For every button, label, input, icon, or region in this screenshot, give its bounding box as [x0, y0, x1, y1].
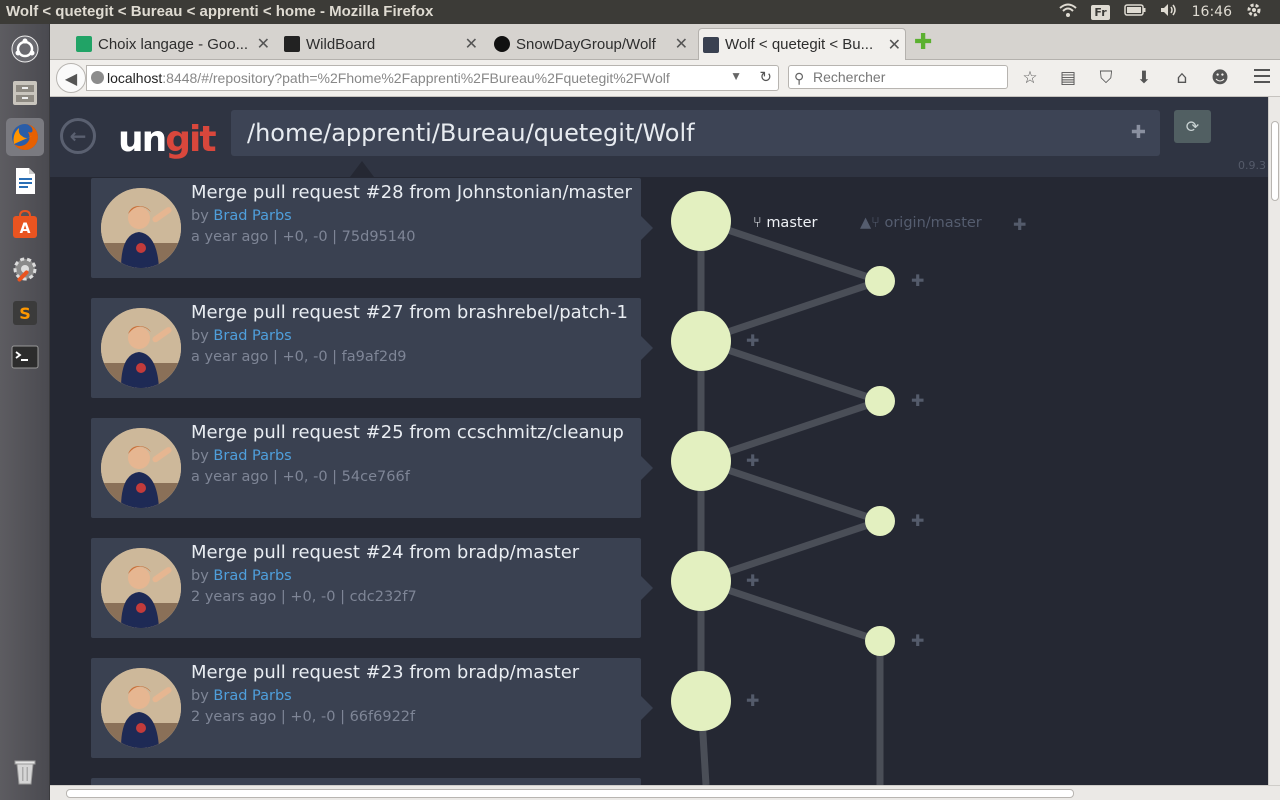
commit-node[interactable]: [671, 311, 731, 371]
url-host: localhost: [107, 70, 163, 86]
launcher-sublime-text[interactable]: S: [6, 294, 44, 332]
ungit-app: ← ungit /home/apprenti/Bureau/quetegit/W…: [50, 97, 1268, 785]
home-icon[interactable]: ⌂: [1172, 68, 1192, 88]
add-branch-plus-icon[interactable]: ✚: [746, 331, 759, 350]
tab-wolf-ungit[interactable]: Wolf < quetegit < Bu... ✕: [698, 28, 906, 60]
add-branch-plus-icon[interactable]: ✚: [1013, 215, 1026, 234]
commit-node-small[interactable]: [865, 506, 895, 536]
sheets-favicon-icon: [76, 36, 92, 52]
software-center-icon: A: [13, 210, 37, 238]
close-icon[interactable]: ✕: [465, 34, 478, 54]
add-branch-plus-icon[interactable]: ✚: [746, 571, 759, 590]
hello-chat-icon[interactable]: ☻: [1210, 68, 1230, 88]
battery-icon[interactable]: [1123, 4, 1146, 20]
url-dropdown-icon[interactable]: ▼: [730, 69, 742, 83]
launcher-trash[interactable]: [6, 752, 44, 790]
commit-node[interactable]: [671, 191, 731, 251]
search-placeholder: Rechercher: [813, 69, 886, 85]
url-path: :8448/#/repository?path=%2Fhome%2Fappren…: [162, 70, 670, 86]
writer-document-icon: [16, 168, 35, 194]
url-bar[interactable]: localhost:8448/#/repository?path=%2Fhome…: [86, 65, 779, 91]
firefox-icon: [12, 124, 38, 150]
launcher-dash[interactable]: [6, 30, 44, 68]
search-icon: ⚲: [794, 70, 805, 86]
launcher-files[interactable]: [6, 74, 44, 112]
launcher-firefox[interactable]: [6, 118, 44, 156]
browser-tab-bar: Choix langage - Goo... ✕ WildBoard ✕ Sno…: [50, 24, 1280, 60]
browser-nav-bar: ◀ localhost:8448/#/repository?path=%2Fho…: [50, 60, 1280, 97]
tab-label: Choix langage - Goo...: [98, 35, 249, 53]
system-tray: Fr 16:46: [1059, 0, 1280, 24]
commit-node[interactable]: [671, 431, 731, 491]
warning-icon: ▲: [860, 215, 872, 231]
commit-node-small[interactable]: [865, 626, 895, 656]
branch-icon: ⑂: [871, 215, 880, 231]
trash-icon: [14, 760, 36, 785]
download-icon[interactable]: ⬇: [1134, 68, 1154, 88]
add-branch-plus-icon[interactable]: ✚: [911, 391, 924, 410]
keyboard-layout-badge[interactable]: Fr: [1091, 4, 1110, 20]
github-favicon-icon: [494, 36, 510, 52]
sublime-text-icon: S: [13, 301, 37, 325]
commit-node[interactable]: [671, 551, 731, 611]
scrollbar-thumb[interactable]: [1271, 121, 1279, 201]
launcher-terminal[interactable]: [6, 338, 44, 376]
add-branch-plus-icon[interactable]: ✚: [911, 511, 924, 530]
branch-ref-master[interactable]: ⑂ master: [753, 215, 817, 231]
close-icon[interactable]: ✕: [675, 34, 688, 54]
pocket-icon[interactable]: ⛉: [1096, 68, 1116, 88]
wildboard-favicon-icon: [284, 36, 300, 52]
add-branch-plus-icon[interactable]: ✚: [911, 631, 924, 650]
tab-label: SnowDayGroup/Wolf: [516, 35, 656, 53]
site-info-icon[interactable]: [91, 71, 104, 84]
add-branch-plus-icon[interactable]: ✚: [746, 691, 759, 710]
system-top-panel: Wolf < quetegit < Bureau < apprenti < ho…: [0, 0, 1280, 24]
terminal-icon: [11, 345, 39, 369]
ungit-favicon-icon: [703, 37, 719, 53]
close-icon[interactable]: ✕: [257, 34, 270, 54]
volume-icon[interactable]: [1160, 3, 1178, 21]
tab-wildboard[interactable]: WildBoard ✕: [280, 28, 482, 60]
horizontal-scrollbar[interactable]: [50, 785, 1280, 800]
tab-label: WildBoard: [306, 35, 376, 53]
tab-label: Wolf < quetegit < Bu...: [725, 36, 874, 53]
hamburger-menu-icon[interactable]: [1254, 69, 1270, 83]
search-input[interactable]: ⚲ Rechercher: [788, 65, 1008, 89]
nav-toolbar-icons: ☆ ▤ ⛉ ⬇ ⌂ ☻: [1020, 65, 1230, 91]
bookmark-star-icon[interactable]: ☆: [1020, 68, 1040, 88]
tab-choix-langage[interactable]: Choix langage - Goo... ✕: [72, 28, 274, 60]
svg-text:A: A: [20, 221, 31, 237]
reload-icon[interactable]: ↻: [759, 68, 772, 86]
launcher-system-settings[interactable]: [6, 250, 44, 288]
branch-ref-origin-master[interactable]: ▲⑂ origin/master: [860, 215, 982, 231]
git-graph: [671, 191, 895, 785]
scrollbar-thumb[interactable]: [66, 789, 1074, 798]
wifi-icon[interactable]: [1059, 3, 1078, 21]
commit-node-small[interactable]: [865, 386, 895, 416]
clock[interactable]: 16:46: [1192, 4, 1232, 20]
svg-text:S: S: [19, 304, 31, 323]
settings-wrench-icon: [13, 257, 37, 282]
ubuntu-logo-icon: [11, 35, 39, 63]
add-branch-plus-icon[interactable]: ✚: [746, 451, 759, 470]
commit-node-small[interactable]: [865, 266, 895, 296]
file-cabinet-icon: [13, 81, 37, 105]
reading-list-icon[interactable]: ▤: [1058, 68, 1078, 88]
commit-node[interactable]: [671, 671, 731, 731]
browser-back-button[interactable]: ◀: [56, 63, 86, 93]
tab-snowdaygroup[interactable]: SnowDayGroup/Wolf ✕: [490, 28, 692, 60]
add-branch-plus-icon[interactable]: ✚: [911, 271, 924, 290]
launcher: A S: [0, 24, 50, 800]
close-icon[interactable]: ✕: [888, 35, 901, 55]
launcher-libreoffice-writer[interactable]: [6, 162, 44, 200]
window-title: Wolf < quetegit < Bureau < apprenti < ho…: [6, 3, 434, 20]
arrow-left-icon: ◀: [64, 68, 78, 88]
vertical-scrollbar[interactable]: [1268, 97, 1280, 785]
launcher-software-center[interactable]: A: [6, 206, 44, 244]
branch-icon: ⑂: [753, 215, 762, 231]
new-tab-plus-icon[interactable]: ✚: [914, 30, 932, 55]
gear-icon[interactable]: [1246, 2, 1262, 22]
